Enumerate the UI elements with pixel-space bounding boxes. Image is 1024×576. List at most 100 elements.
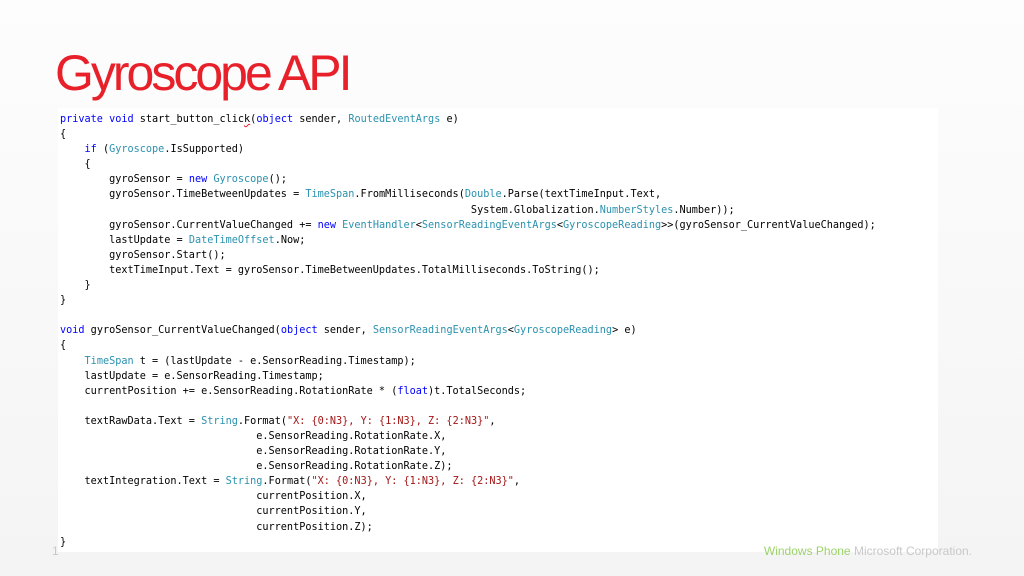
code-token: .Format( — [262, 476, 312, 488]
code-token: EventHandler — [342, 219, 416, 231]
code-token: } — [60, 536, 67, 548]
code-token: )t.TotalSeconds; — [428, 385, 527, 397]
code-token: lastUpdate = e.SensorReading.Timestamp; — [60, 370, 324, 382]
code-line: gyroSensor = new Gyroscope(); — [60, 172, 938, 187]
code-line: textTimeInput.Text = gyroSensor.TimeBetw… — [60, 263, 938, 278]
code-token: .FromMilliseconds( — [354, 189, 465, 201]
code-token: if — [84, 144, 97, 156]
code-line: lastUpdate = DateTimeOffset.Now; — [60, 233, 938, 248]
code-line: } — [60, 293, 938, 308]
code-token: .Number)); — [673, 204, 735, 216]
code-token: e) — [440, 114, 459, 125]
code-token: t = (lastUpdate - e.SensorReading.Timest… — [133, 355, 416, 367]
code-token: } — [60, 280, 91, 292]
code-token: String — [201, 415, 238, 427]
code-token: sender, — [317, 325, 373, 337]
code-line: gyroSensor.TimeBetweenUpdates = TimeSpan… — [60, 187, 938, 202]
code-token: GyroscopeReading — [562, 219, 662, 231]
code-token: sender, — [293, 114, 349, 125]
code-token: TimeSpan — [305, 189, 355, 201]
code-token: .Format( — [237, 415, 287, 427]
code-token: GyroscopeReading — [513, 325, 613, 337]
code-token: new — [317, 219, 337, 231]
code-line: textIntegration.Text = String.Format("X:… — [60, 474, 938, 489]
code-token: { — [60, 340, 67, 352]
code-line: { — [60, 157, 938, 172]
code-line: e.SensorReading.RotationRate.Y, — [60, 444, 938, 459]
code-listing: private void start_button_click(object s… — [60, 112, 938, 550]
footer-brand: Windows Phone — [763, 544, 851, 558]
code-token: void — [109, 114, 134, 125]
code-token: SensorReadingEventArgs — [372, 325, 508, 337]
code-token: lastUpdate = — [60, 234, 189, 246]
code-token: .IsSupported) — [164, 144, 245, 156]
code-token: Gyroscope — [213, 174, 269, 186]
code-token: NumberStyles — [599, 204, 674, 216]
code-token: .Parse(textTimeInput.Text, — [501, 189, 662, 201]
code-token: Double — [464, 189, 502, 201]
code-line: currentPosition.Z); — [60, 520, 938, 535]
code-token: start_button_clic — [133, 114, 245, 125]
code-token: private — [60, 114, 103, 125]
slide-title: Gyroscope API — [55, 45, 352, 101]
code-line: lastUpdate = e.SensorReading.Timestamp; — [60, 369, 938, 384]
code-line: gyroSensor.CurrentValueChanged += new Ev… — [60, 218, 938, 233]
code-block: private void start_button_click(object s… — [58, 108, 938, 552]
code-line: } — [60, 278, 938, 293]
code-token: { — [60, 159, 91, 171]
code-token: String — [225, 476, 263, 488]
code-token: currentPosition.Z); — [60, 521, 373, 533]
code-token: > e) — [612, 325, 637, 337]
code-token: object — [256, 114, 294, 125]
code-line: { — [60, 127, 938, 142]
code-token: gyroSensor.Start(); — [60, 249, 226, 261]
code-line: private void start_button_click(object s… — [60, 112, 938, 127]
slide: Gyroscope API private void start_button_… — [0, 0, 1024, 576]
code-token: ( — [96, 144, 110, 156]
slide-number: 1 — [52, 544, 59, 558]
code-token: textRawData.Text = — [60, 415, 202, 427]
code-token: DateTimeOffset — [188, 234, 275, 246]
code-line: TimeSpan t = (lastUpdate - e.SensorReadi… — [60, 354, 938, 369]
code-token: "X: {0:N3}, Y: {1:N3}, Z: {2:N3}" — [311, 476, 514, 488]
code-token: } — [60, 295, 67, 307]
code-line: currentPosition += e.SensorReading.Rotat… — [60, 384, 938, 399]
code-line: { — [60, 338, 938, 353]
code-line: if (Gyroscope.IsSupported) — [60, 142, 938, 157]
code-token: textTimeInput.Text = gyroSensor.TimeBetw… — [60, 264, 600, 276]
code-token: Gyroscope — [109, 144, 165, 156]
code-line: currentPosition.X, — [60, 489, 938, 504]
code-token: currentPosition += e.SensorReading.Rotat… — [60, 385, 398, 397]
footer-company: Microsoft Corporation. — [853, 544, 972, 558]
code-token: , — [489, 415, 496, 427]
code-line: e.SensorReading.RotationRate.Z); — [60, 459, 938, 474]
code-token: e.SensorReading.RotationRate.X, — [60, 430, 447, 442]
code-token: { — [60, 129, 67, 141]
code-token: "X: {0:N3}, Y: {1:N3}, Z: {2:N3}" — [286, 415, 490, 427]
code-line: void gyroSensor_CurrentValueChanged(obje… — [60, 323, 938, 338]
code-token: currentPosition.X, — [60, 491, 367, 503]
code-token: .Now; — [274, 234, 306, 246]
code-token: e.SensorReading.RotationRate.Z); — [60, 461, 453, 473]
code-token: new — [188, 174, 208, 186]
code-token: e.SensorReading.RotationRate.Y, — [60, 446, 447, 458]
code-token: object — [280, 325, 318, 337]
code-token: >>(gyroSensor_CurrentValueChanged); — [661, 219, 876, 231]
code-token: gyroSensor = — [60, 174, 189, 186]
code-token: gyroSensor.CurrentValueChanged += — [60, 219, 318, 231]
code-token: RoutedEventArgs — [348, 114, 441, 125]
code-token: void — [60, 325, 85, 337]
code-token: currentPosition.Y, — [60, 506, 367, 518]
code-token: gyroSensor.TimeBetweenUpdates = — [60, 189, 306, 201]
slide-footer: Windows Phone Microsoft Corporation. — [764, 544, 972, 558]
code-token: TimeSpan — [84, 355, 134, 367]
code-line: textRawData.Text = String.Format("X: {0:… — [60, 414, 938, 429]
code-token: , — [513, 476, 521, 488]
code-line: gyroSensor.Start(); — [60, 248, 938, 263]
code-token: System.Globalization. — [60, 204, 600, 216]
code-token: textIntegration.Text = — [60, 476, 226, 488]
